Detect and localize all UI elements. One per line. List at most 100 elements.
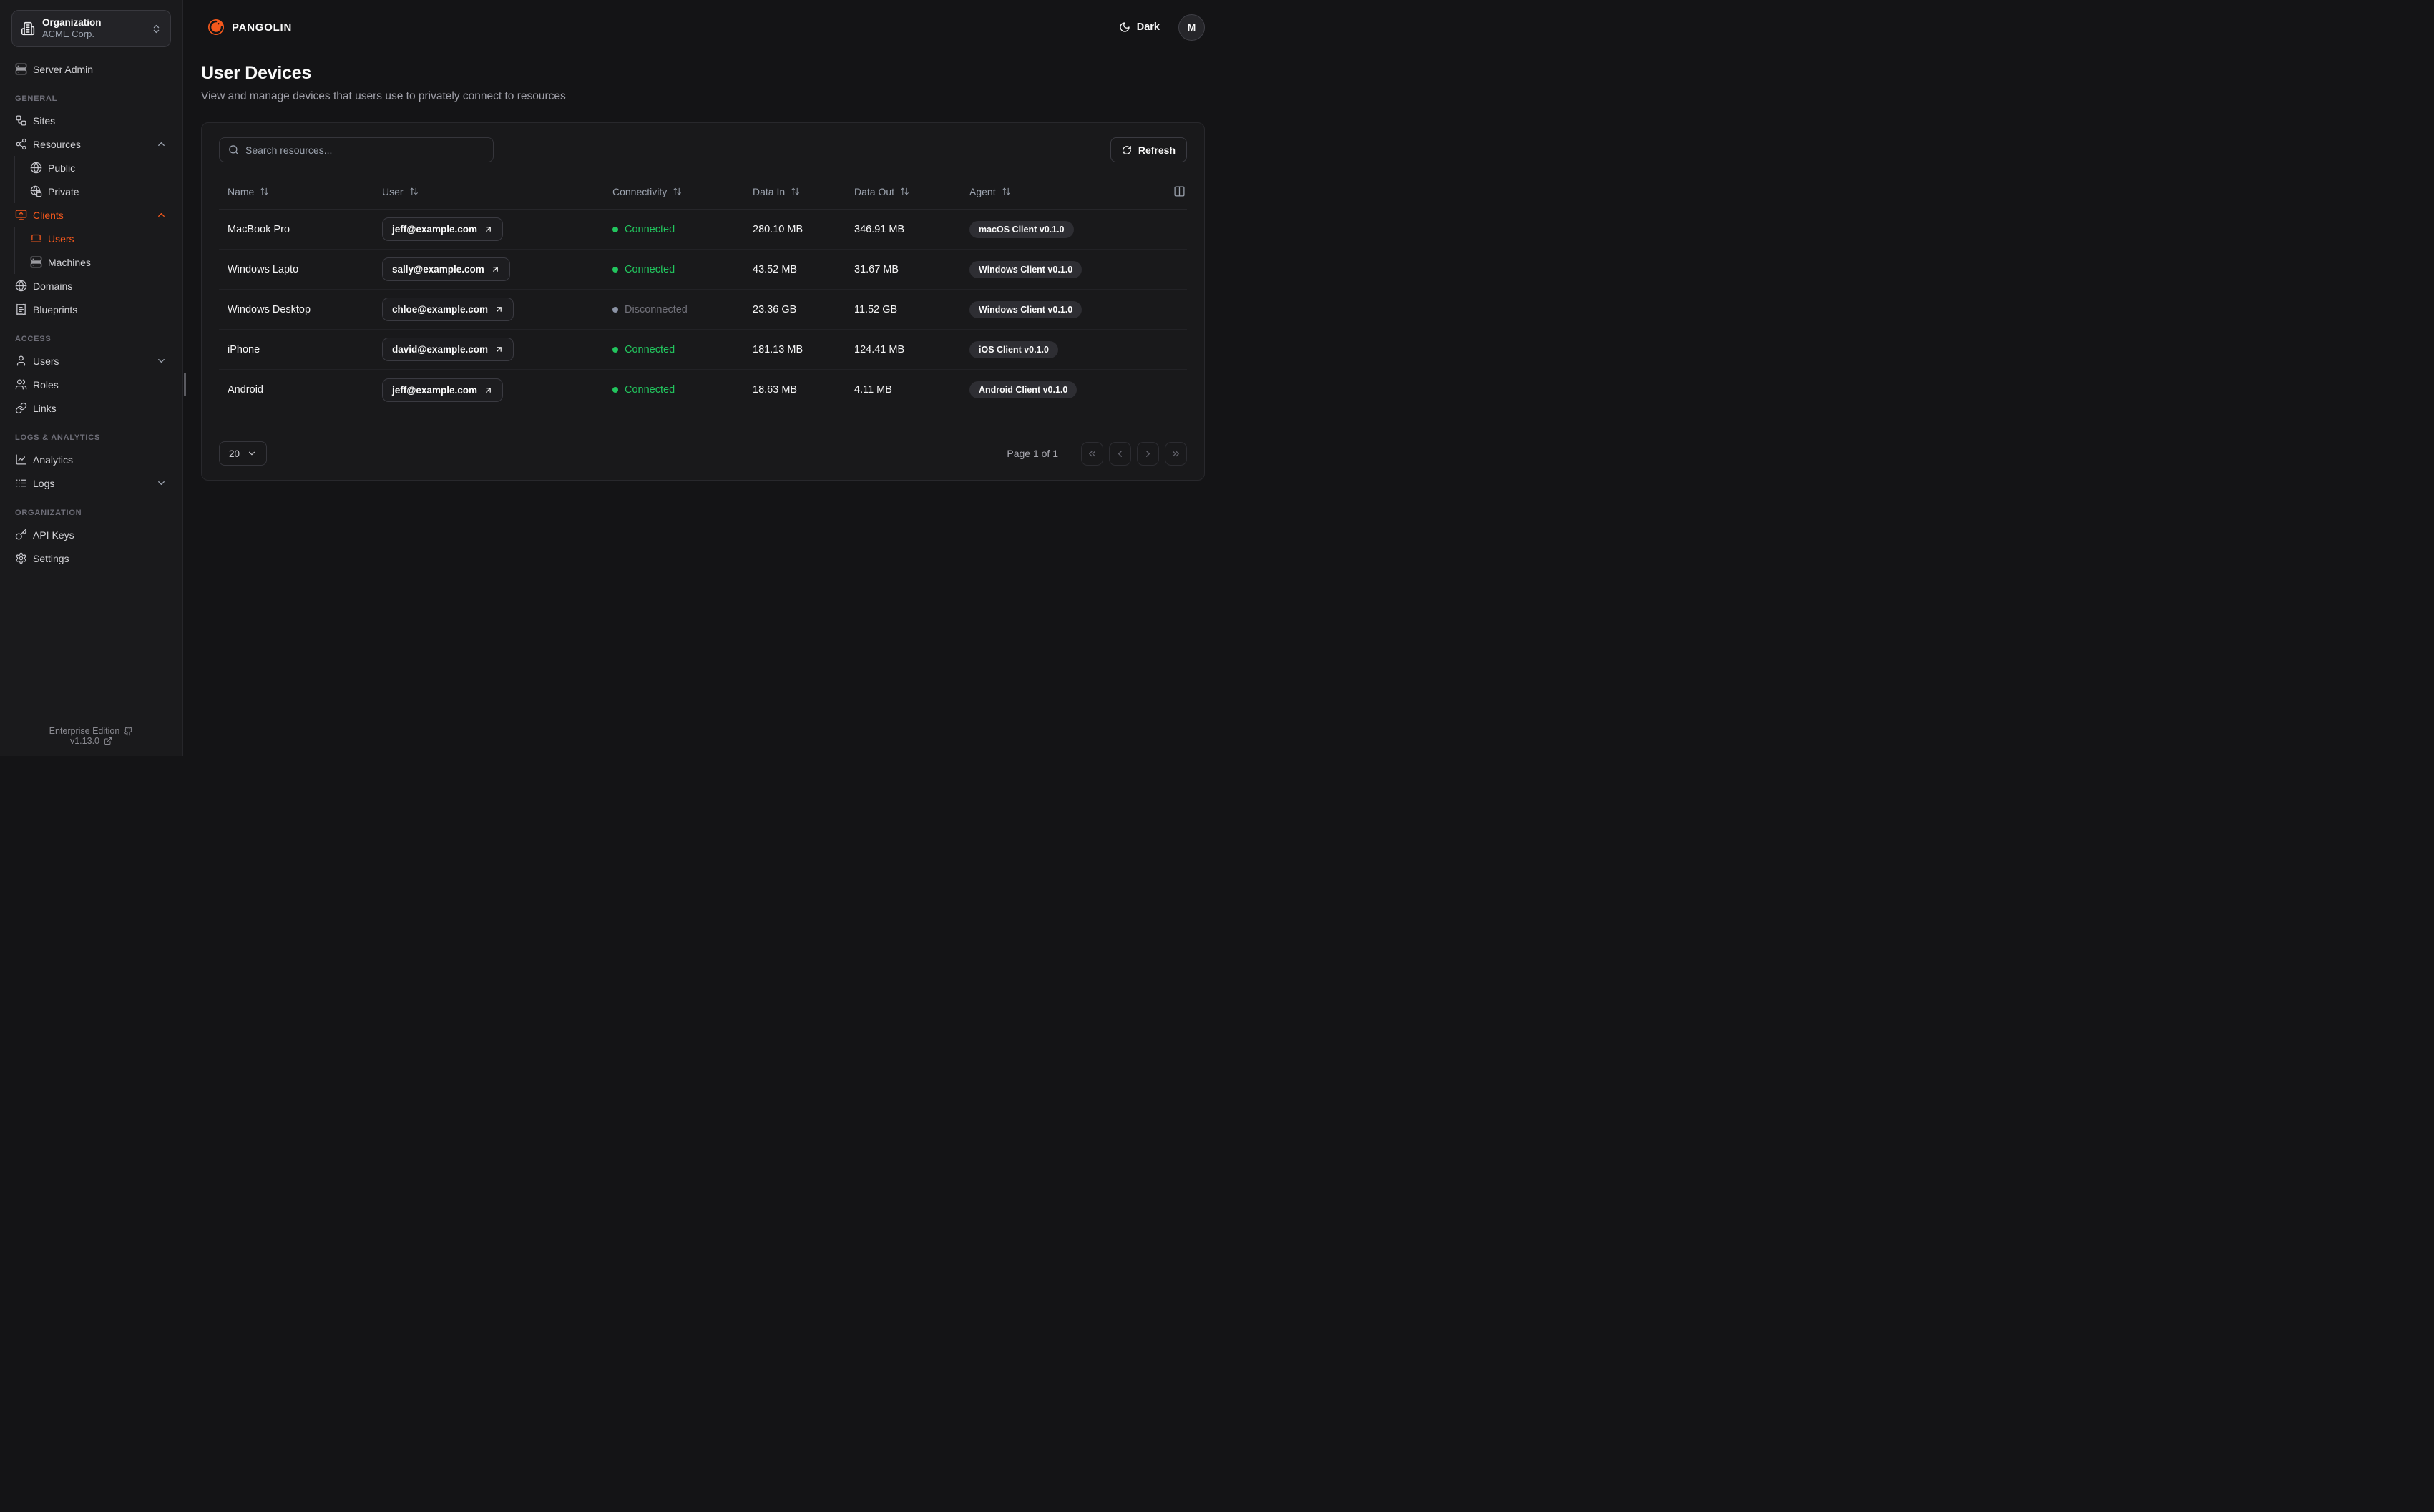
- chevrons-left-icon: [1087, 448, 1098, 459]
- sidebar-item-label: Public: [48, 162, 76, 174]
- search-input[interactable]: [245, 144, 484, 156]
- page-size-select[interactable]: 20: [219, 441, 268, 466]
- status-label: Connected: [625, 263, 675, 275]
- chevron-up-icon[interactable]: [156, 139, 167, 149]
- arrow-up-down-icon[interactable]: [409, 187, 419, 196]
- table-row: MacBook Pro jeff@example.com Connected 280.…: [219, 210, 1187, 250]
- user-email: david@example.com: [392, 344, 488, 355]
- sidebar-item-sites[interactable]: Sites: [11, 109, 171, 132]
- edition-link[interactable]: Enterprise Edition: [49, 726, 134, 736]
- brand-logo[interactable]: PANGOLIN: [207, 19, 292, 36]
- column-header-data-in: Data In: [744, 186, 846, 197]
- column-visibility-button[interactable]: [1173, 185, 1186, 197]
- theme-toggle[interactable]: Dark: [1119, 21, 1160, 33]
- avatar-initial: M: [1187, 21, 1196, 33]
- data-out-cell: 31.67 MB: [854, 263, 899, 275]
- theme-toggle-label: Dark: [1136, 21, 1160, 33]
- sidebar-item-api-keys[interactable]: API Keys: [11, 523, 171, 546]
- chevron-down-icon[interactable]: [156, 478, 167, 489]
- column-header-user: User: [373, 186, 604, 197]
- device-name-cell: MacBook Pro: [228, 223, 290, 235]
- column-label: Data Out: [854, 185, 895, 197]
- column-label: User: [382, 185, 404, 197]
- sidebar-item-analytics[interactable]: Analytics: [11, 448, 171, 471]
- arrow-up-down-icon[interactable]: [1002, 187, 1011, 196]
- sidebar-item-label: API Keys: [33, 529, 74, 541]
- sidebar-item-private[interactable]: Private: [15, 180, 171, 203]
- arrow-up-right-icon: [484, 386, 493, 395]
- sidebar-item-server-admin[interactable]: Server Admin: [11, 57, 171, 81]
- sidebar: Organization ACME Corp. Server Admin GENE…: [0, 0, 183, 756]
- page-last-button[interactable]: [1165, 441, 1187, 466]
- sidebar-item-label: Machines: [48, 256, 91, 268]
- org-switcher[interactable]: Organization ACME Corp.: [11, 10, 171, 47]
- chevron-down-icon[interactable]: [156, 355, 167, 366]
- data-out-cell: 124.41 MB: [854, 343, 905, 355]
- search-icon: [228, 144, 239, 155]
- arrow-up-down-icon[interactable]: [900, 187, 909, 196]
- sidebar-section-label: ACCESS: [15, 335, 52, 343]
- refresh-button[interactable]: Refresh: [1110, 137, 1187, 162]
- status-dot: [612, 226, 618, 232]
- user-link-button[interactable]: david@example.com: [382, 338, 514, 361]
- page-prev-button[interactable]: [1109, 441, 1131, 466]
- version-link[interactable]: v1.13.0: [70, 736, 112, 746]
- sidebar-item-users[interactable]: Users: [15, 227, 171, 250]
- agent-cell: iOS Client v0.1.0: [961, 340, 1187, 358]
- page-next-button[interactable]: [1137, 441, 1159, 466]
- data-in-cell: 43.52 MB: [753, 263, 798, 275]
- sidebar-item-machines[interactable]: Machines: [15, 250, 171, 274]
- sidebar-item-links[interactable]: Links: [11, 396, 171, 420]
- page-first-button[interactable]: [1081, 441, 1103, 466]
- page-subtitle: View and manage devices that users use t…: [201, 90, 566, 102]
- sidebar-item-roles[interactable]: Roles: [11, 373, 171, 396]
- sidebar-footer: Enterprise Edition v1.13.0: [11, 726, 171, 747]
- table-row: Windows Desktop chloe@example.com Disconne…: [219, 290, 1187, 330]
- table-row: Android jeff@example.com Connected 18.63 MB…: [219, 370, 1187, 410]
- user-icon: [15, 355, 27, 367]
- chevrons-right-icon: [1170, 448, 1181, 459]
- connectivity-cell: Connected: [604, 264, 744, 275]
- sidebar-item-clients[interactable]: Clients: [11, 203, 171, 227]
- columns-icon: [1173, 185, 1186, 197]
- sidebar-item-resources[interactable]: Resources: [11, 132, 171, 156]
- logs-icon: [15, 477, 27, 489]
- connectivity-cell: Connected: [604, 384, 744, 396]
- user-email: chloe@example.com: [392, 304, 488, 315]
- user-link-button[interactable]: jeff@example.com: [382, 378, 503, 402]
- sidebar-item-blueprints[interactable]: Blueprints: [11, 298, 171, 321]
- avatar[interactable]: M: [1178, 14, 1205, 41]
- sidebar-item-access-users[interactable]: Users: [11, 349, 171, 373]
- link-icon: [15, 402, 27, 414]
- org-switcher-value: ACME Corp.: [42, 29, 94, 40]
- chevrons-up-down-icon: [151, 24, 162, 34]
- sidebar-item-label: Clients: [33, 209, 64, 221]
- agent-cell: macOS Client v0.1.0: [961, 220, 1187, 238]
- arrow-up-down-icon[interactable]: [260, 187, 269, 196]
- user-link-button[interactable]: jeff@example.com: [382, 217, 503, 241]
- chevron-up-icon[interactable]: [156, 210, 167, 220]
- chevron-right-icon: [1143, 448, 1153, 459]
- share-icon: [15, 138, 27, 150]
- sidebar-item-settings[interactable]: Settings: [11, 546, 171, 570]
- device-name-cell: iPhone: [228, 343, 260, 355]
- refresh-label: Refresh: [1138, 144, 1176, 156]
- table-row: Windows Lapto sally@example.com Connected 4…: [219, 250, 1187, 290]
- user-link-button[interactable]: chloe@example.com: [382, 298, 514, 321]
- user-cell: jeff@example.com: [373, 378, 604, 402]
- building-icon: [21, 21, 35, 36]
- sidebar-item-public[interactable]: Public: [15, 156, 171, 180]
- sidebar-item-label: Blueprints: [33, 303, 78, 315]
- arrow-up-right-icon: [494, 345, 504, 354]
- user-link-button[interactable]: sally@example.com: [382, 257, 510, 281]
- github-icon: [124, 727, 133, 736]
- arrow-up-down-icon[interactable]: [791, 187, 800, 196]
- sidebar-scrollbar-thumb[interactable]: [184, 373, 186, 396]
- sidebar-item-logs[interactable]: Logs: [11, 471, 171, 495]
- globe-icon: [30, 162, 42, 174]
- sidebar-item-domains[interactable]: Domains: [11, 274, 171, 298]
- column-header-name: Name: [219, 186, 373, 197]
- sidebar-nav: Server Admin GENERAL Sites Resources Public P…: [11, 57, 171, 726]
- arrow-up-down-icon[interactable]: [673, 187, 682, 196]
- connectivity-cell: Connected: [604, 344, 744, 355]
